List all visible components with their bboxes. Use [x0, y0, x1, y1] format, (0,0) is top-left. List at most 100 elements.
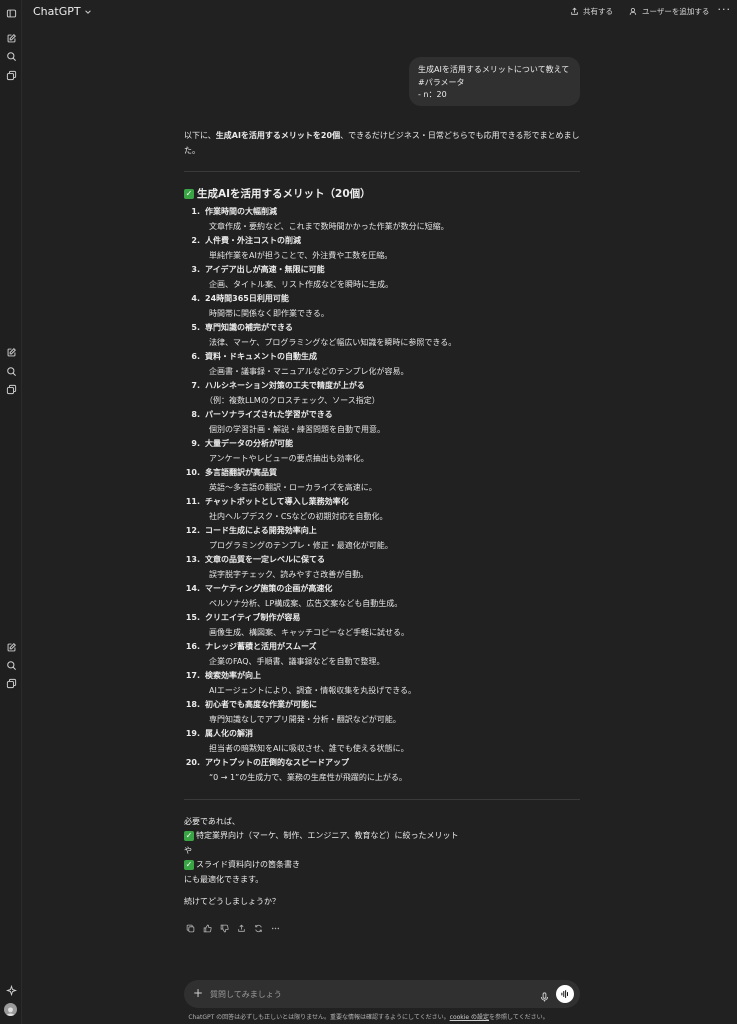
more-options-icon[interactable]: ··· [718, 3, 732, 16]
cookie-settings-link[interactable]: cookie の設定 [450, 1014, 489, 1021]
list-item-title-text: 多言語翻訳が高品質 [205, 468, 277, 477]
list-item-title-text: ナレッジ蓄積と活用がスムーズ [205, 642, 317, 651]
outro-line: にも最適化できます。 [184, 875, 264, 884]
list-item-title-text: ハルシネーション対策の工夫で精度が上がる [205, 381, 365, 390]
list-item-description: 誤字脱字チェック、読みやすさ改善が自動。 [209, 569, 369, 579]
voice-mode-button[interactable] [556, 985, 574, 1003]
list-item-description: プログラミングのテンプレ・修正・最適化が可能。 [209, 540, 393, 550]
intro-prefix: 以下に、 [184, 131, 216, 140]
waveform-icon [561, 990, 568, 998]
list-item-number: 17. [185, 671, 200, 680]
list-item-title-text: 検索効率が向上 [205, 671, 261, 680]
library-icon[interactable] [4, 68, 18, 82]
list-item-title: 13. 文章の品質を一定レベルに保てる [184, 554, 580, 565]
share-label: 共有する [583, 7, 613, 16]
list-item-title-text: アウトプットの圧倒的なスピードアップ [205, 758, 349, 767]
list-item-number: 13. [185, 555, 200, 564]
list-item-number: 19. [185, 729, 200, 738]
list-item-number: 5. [191, 323, 200, 332]
thumbs-up-icon[interactable] [201, 922, 213, 934]
library-icon[interactable] [4, 382, 18, 396]
library-icon[interactable] [4, 676, 18, 690]
sidebar-toggle-icon[interactable] [4, 6, 18, 20]
list-item-title: 4. 24時間365日利用可能 [184, 293, 580, 304]
check-icon: ✓ [184, 188, 194, 199]
list-item-title: 2. 人件費・外注コストの削減 [184, 235, 580, 246]
list-item-title: 20. アウトプットの圧倒的なスピードアップ [184, 757, 580, 768]
regenerate-icon[interactable] [252, 922, 264, 934]
list-item-number: 2. [191, 236, 200, 245]
list-item-title-text: コード生成による開発効率向上 [205, 526, 317, 535]
list-item-title-text: 24時間365日利用可能 [205, 294, 289, 303]
list-item-description: 単純作業をAIが担うことで、外注費や工数を圧縮。 [209, 250, 393, 260]
list-item-number: 15. [185, 613, 200, 622]
outro-line: ✓ 特定業界向け（マーケ、制作、エンジニア、教育など）に絞ったメリット [184, 830, 459, 841]
list-item-title: 5. 専門知識の補完ができる [184, 322, 580, 333]
outro-option-2: スライド資料向けの箇条書き [196, 860, 300, 869]
list-item-description: 時間帯に関係なく即作業できる。 [209, 308, 329, 318]
list-item-title: 9. 大量データの分析が可能 [184, 438, 580, 449]
list-item-title-text: アイデア出しが高速・無限に可能 [205, 265, 325, 274]
list-item-title: 3. アイデア出しが高速・無限に可能 [184, 264, 580, 275]
list-item-description: ペルソナ分析、LP構成案、広告文案なども自動生成。 [209, 598, 403, 608]
model-selector[interactable]: ChatGPT [33, 5, 92, 18]
list-item-description: 企業のFAQ、手順書、議事録などを自動で整理。 [209, 656, 385, 666]
check-icon: ✓ [184, 830, 194, 841]
list-item-description: 担当者の暗黙知をAIに吸収させ、誰でも使える状態に。 [209, 743, 409, 753]
message-input[interactable] [210, 986, 510, 1002]
share-icon [571, 7, 578, 15]
list-item-number: 6. [191, 352, 200, 361]
list-item-title-text: 人件費・外注コストの削減 [205, 236, 301, 245]
list-item-description: アンケートやレビューの要点抽出も効率化。 [209, 453, 369, 463]
copy-icon[interactable] [184, 922, 196, 934]
search-icon[interactable] [4, 49, 18, 63]
search-icon[interactable] [4, 364, 18, 378]
list-item-number: 7. [191, 381, 200, 390]
share-button[interactable]: 共有する [570, 6, 613, 17]
list-item-description: 個別の学習計画・解説・練習問題を自動で用意。 [209, 424, 385, 434]
list-item-title-text: 作業時間の大幅削減 [205, 207, 277, 216]
list-item-title: 14. マーケティング施策の企画が高速化 [184, 583, 580, 594]
check-icon: ✓ [184, 859, 194, 870]
share-icon[interactable] [235, 922, 247, 934]
outro-line: 必要であれば、 [184, 817, 240, 826]
list-item-description: 法律、マーケ、プログラミングなど幅広い知識を瞬時に参照できる。 [209, 337, 457, 347]
new-chat-icon[interactable] [4, 345, 18, 359]
user-message-line: 生成AIを活用するメリットについて教えて [418, 65, 570, 74]
new-chat-icon[interactable] [4, 640, 18, 654]
search-icon[interactable] [4, 658, 18, 672]
list-item-number: 20. [185, 758, 200, 767]
list-item-title-text: 文章の品質を一定レベルに保てる [205, 555, 325, 564]
list-item-description: 企画、タイトル案、リスト作成などを瞬時に生成。 [209, 279, 393, 289]
thumbs-down-icon[interactable] [218, 922, 230, 934]
intro-bold: 生成AIを活用するメリットを20個 [215, 131, 341, 140]
list-item-title-text: チャットボットとして導入し業務効率化 [205, 497, 349, 506]
composer: + [184, 980, 580, 1008]
chevron-down-icon [84, 9, 91, 14]
sparkle-icon[interactable] [4, 983, 18, 997]
answer-intro: 以下に、生成AIを活用するメリットを20個、できるだけビジネス・日常どちらでも応… [184, 128, 580, 158]
outro-line: や [184, 846, 192, 855]
list-item-number: 16. [185, 642, 200, 651]
outro-question: 続けてどうしましょうか？ [184, 897, 280, 906]
microphone-icon[interactable] [539, 988, 550, 1002]
list-item-title-text: 専門知識の補完ができる [205, 323, 293, 332]
list-item-title: 12. コード生成による開発効率向上 [184, 525, 580, 536]
list-item-title: 16. ナレッジ蓄積と活用がスムーズ [184, 641, 580, 652]
list-item-number: 18. [185, 700, 200, 709]
list-item-number: 1. [191, 207, 200, 216]
new-chat-icon[interactable] [4, 31, 18, 45]
add-attachment-icon[interactable]: + [193, 986, 203, 1000]
list-item-title-text: マーケティング施策の企画が高速化 [205, 584, 333, 593]
list-item-number: 14. [185, 584, 200, 593]
add-user-button[interactable]: ユーザーを追加する [629, 6, 709, 17]
list-item-description: 専門知識なしでアプリ開発・分析・翻訳などが可能。 [209, 714, 401, 724]
sidebar [0, 0, 22, 1024]
list-item-number: 10. [185, 468, 200, 477]
more-options-icon[interactable] [269, 922, 281, 934]
list-item-title: 15. クリエイティブ制作が容易 [184, 612, 580, 623]
divider [184, 171, 580, 172]
list-item-number: 4. [191, 294, 200, 303]
outro-line: ✓ スライド資料向けの箇条書き [184, 859, 300, 870]
user-message-line: - n：20 [418, 90, 447, 99]
